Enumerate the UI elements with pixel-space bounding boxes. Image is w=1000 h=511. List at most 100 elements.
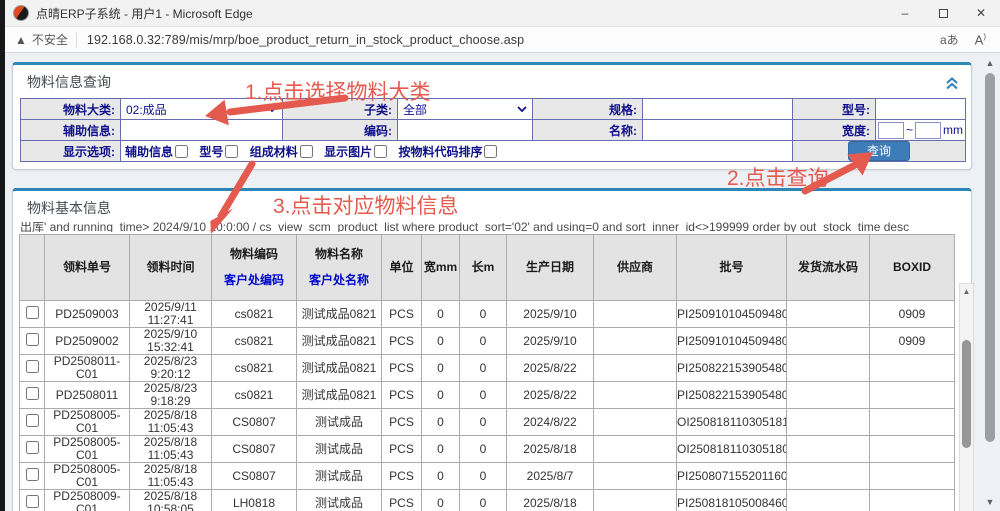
table-cell: 0 <box>422 328 460 355</box>
option-image-checkbox[interactable] <box>374 145 387 158</box>
table-cell: 0 <box>422 436 460 463</box>
table-cell: 0 <box>422 409 460 436</box>
table-cell: PCS <box>382 301 422 328</box>
row-checkbox[interactable] <box>26 387 39 400</box>
query-panel-title: 物料信息查询 <box>13 65 971 96</box>
table-cell: 0 <box>460 355 507 382</box>
address-bar[interactable]: ▲ 不安全 192.168.0.32:789/mis/mrp/boe_produ… <box>5 27 1000 53</box>
table-row[interactable]: PD25080112025/8/23 9:18:29cs0821测试成品0821… <box>20 382 955 409</box>
spec-input[interactable] <box>643 100 792 119</box>
table-cell: 2025/9/10 15:32:41 <box>130 328 212 355</box>
code-input[interactable] <box>398 121 532 140</box>
table-cell: CS0807 <box>212 409 297 436</box>
table-cell: 测试成品 <box>297 490 382 511</box>
table-row[interactable]: PD25090022025/9/10 15:32:41cs0821测试成品082… <box>20 328 955 355</box>
col-width: 宽mm <box>422 235 460 301</box>
option-materials-checkbox[interactable] <box>300 145 313 158</box>
width-to-input[interactable] <box>915 122 941 139</box>
table-cell: 测试成品0821 <box>297 301 382 328</box>
name-label: 名称: <box>533 120 643 141</box>
search-button[interactable]: 查询 <box>848 141 910 161</box>
table-row[interactable]: PD25090032025/9/11 11:27:41cs0821测试成品082… <box>20 301 955 328</box>
window-titlebar: 点晴ERP子系统 - 用户1 - Microsoft Edge – ✕ <box>5 0 1000 27</box>
width-from-input[interactable] <box>878 122 904 139</box>
page-scrollbar-thumb[interactable] <box>985 73 995 442</box>
table-cell: 2024/8/22 <box>507 409 594 436</box>
row-checkbox[interactable] <box>26 441 39 454</box>
row-checkbox[interactable] <box>26 333 39 346</box>
debug-sql-text: 出库' and running_time> 2024/9/10 10:0:00 … <box>20 222 964 232</box>
table-scrollbar[interactable]: ▲ <box>959 283 974 511</box>
table-cell: PD2508011-C01 <box>45 355 130 382</box>
model-input[interactable] <box>876 100 965 119</box>
table-cell: PD2508009-C01 <box>45 490 130 511</box>
table-row[interactable]: PD2508005-C012025/8/18 11:05:43CS0807测试成… <box>20 463 955 490</box>
table-row[interactable]: PD2508005-C012025/8/18 11:05:43CS0807测试成… <box>20 409 955 436</box>
row-checkbox[interactable] <box>26 414 39 427</box>
maximize-button[interactable] <box>924 0 962 26</box>
option-model-checkbox[interactable] <box>225 145 238 158</box>
security-label[interactable]: 不安全 <box>32 31 68 48</box>
aux-info-label: 辅助信息: <box>21 120 121 141</box>
table-cell: 2025/9/10 <box>507 301 594 328</box>
table-row[interactable]: PD2508011-C012025/8/23 9:20:12cs0821测试成品… <box>20 355 955 382</box>
table-cell: 2025/8/18 10:58:05 <box>130 490 212 511</box>
table-cell: PD2509002 <box>45 328 130 355</box>
close-button[interactable]: ✕ <box>962 0 1000 26</box>
table-cell: 0 <box>460 382 507 409</box>
chevron-down-icon <box>267 106 277 112</box>
table-row[interactable]: PD2508009-C012025/8/18 10:58:05LH0818测试成… <box>20 490 955 511</box>
table-cell <box>870 463 955 490</box>
read-aloud-icon[interactable]: A) <box>975 32 986 47</box>
annotation-step1: 1.点击选择物料大类 <box>245 76 431 106</box>
table-cell: 2025/8/18 <box>507 490 594 511</box>
table-cell: 2025/8/18 <box>507 436 594 463</box>
table-cell <box>870 382 955 409</box>
row-checkbox[interactable] <box>26 306 39 319</box>
table-cell: PI250910104509480 <box>677 301 787 328</box>
window-title: 点晴ERP子系统 - 用户1 - Microsoft Edge <box>36 5 253 22</box>
table-cell: PD2508011 <box>45 382 130 409</box>
minimize-button[interactable]: – <box>886 0 924 26</box>
name-input[interactable] <box>643 121 792 140</box>
width-label: 宽度: <box>793 120 876 141</box>
option-sort-label: 按物料代码排序 <box>398 143 482 160</box>
table-cell: PD2508005-C01 <box>45 463 130 490</box>
collapse-panel-icon[interactable] <box>945 77 959 90</box>
col-material-code: 物料编码 客户处编码 <box>212 235 297 301</box>
table-row[interactable]: PD2508005-C012025/8/18 11:05:43CS0807测试成… <box>20 436 955 463</box>
row-checkbox[interactable] <box>26 468 39 481</box>
page-scrollbar[interactable]: ▲ ▼ <box>982 54 998 511</box>
row-checkbox[interactable] <box>26 360 39 373</box>
option-sort-checkbox[interactable] <box>484 145 497 158</box>
display-options-label: 显示选项: <box>21 141 121 162</box>
aux-info-input[interactable] <box>121 121 282 140</box>
table-cell: 0 <box>460 328 507 355</box>
table-cell: 0 <box>422 301 460 328</box>
col-prod-date: 生产日期 <box>507 235 594 301</box>
materials-panel: 物料基本信息 出库' and running_time> 2024/9/10 1… <box>12 188 972 511</box>
page-scroll-up-icon[interactable]: ▲ <box>982 56 998 70</box>
col-unit: 单位 <box>382 235 422 301</box>
table-cell: PD2509003 <box>45 301 130 328</box>
table-cell <box>870 355 955 382</box>
select-all-header <box>20 235 45 301</box>
option-aux-checkbox[interactable] <box>175 145 188 158</box>
chevron-down-icon <box>517 106 527 112</box>
page-scroll-down-icon[interactable]: ▼ <box>982 495 998 509</box>
table-cell: 0 <box>422 382 460 409</box>
table-scrollbar-thumb[interactable] <box>962 340 971 448</box>
scroll-up-icon[interactable]: ▲ <box>960 285 973 298</box>
table-cell: PI250822153905480 <box>677 382 787 409</box>
table-cell: PCS <box>382 436 422 463</box>
translate-icon[interactable]: aあ <box>940 31 959 48</box>
table-cell: 0 <box>422 355 460 382</box>
table-cell <box>594 382 677 409</box>
table-cell: cs0821 <box>212 328 297 355</box>
url-text[interactable]: 192.168.0.32:789/mis/mrp/boe_product_ret… <box>87 33 524 47</box>
materials-table-body: PD25090032025/9/11 11:27:41cs0821测试成品082… <box>20 301 955 511</box>
table-cell <box>594 436 677 463</box>
row-checkbox[interactable] <box>26 495 39 508</box>
table-cell: 0 <box>422 490 460 511</box>
table-cell: 2025/8/22 <box>507 355 594 382</box>
